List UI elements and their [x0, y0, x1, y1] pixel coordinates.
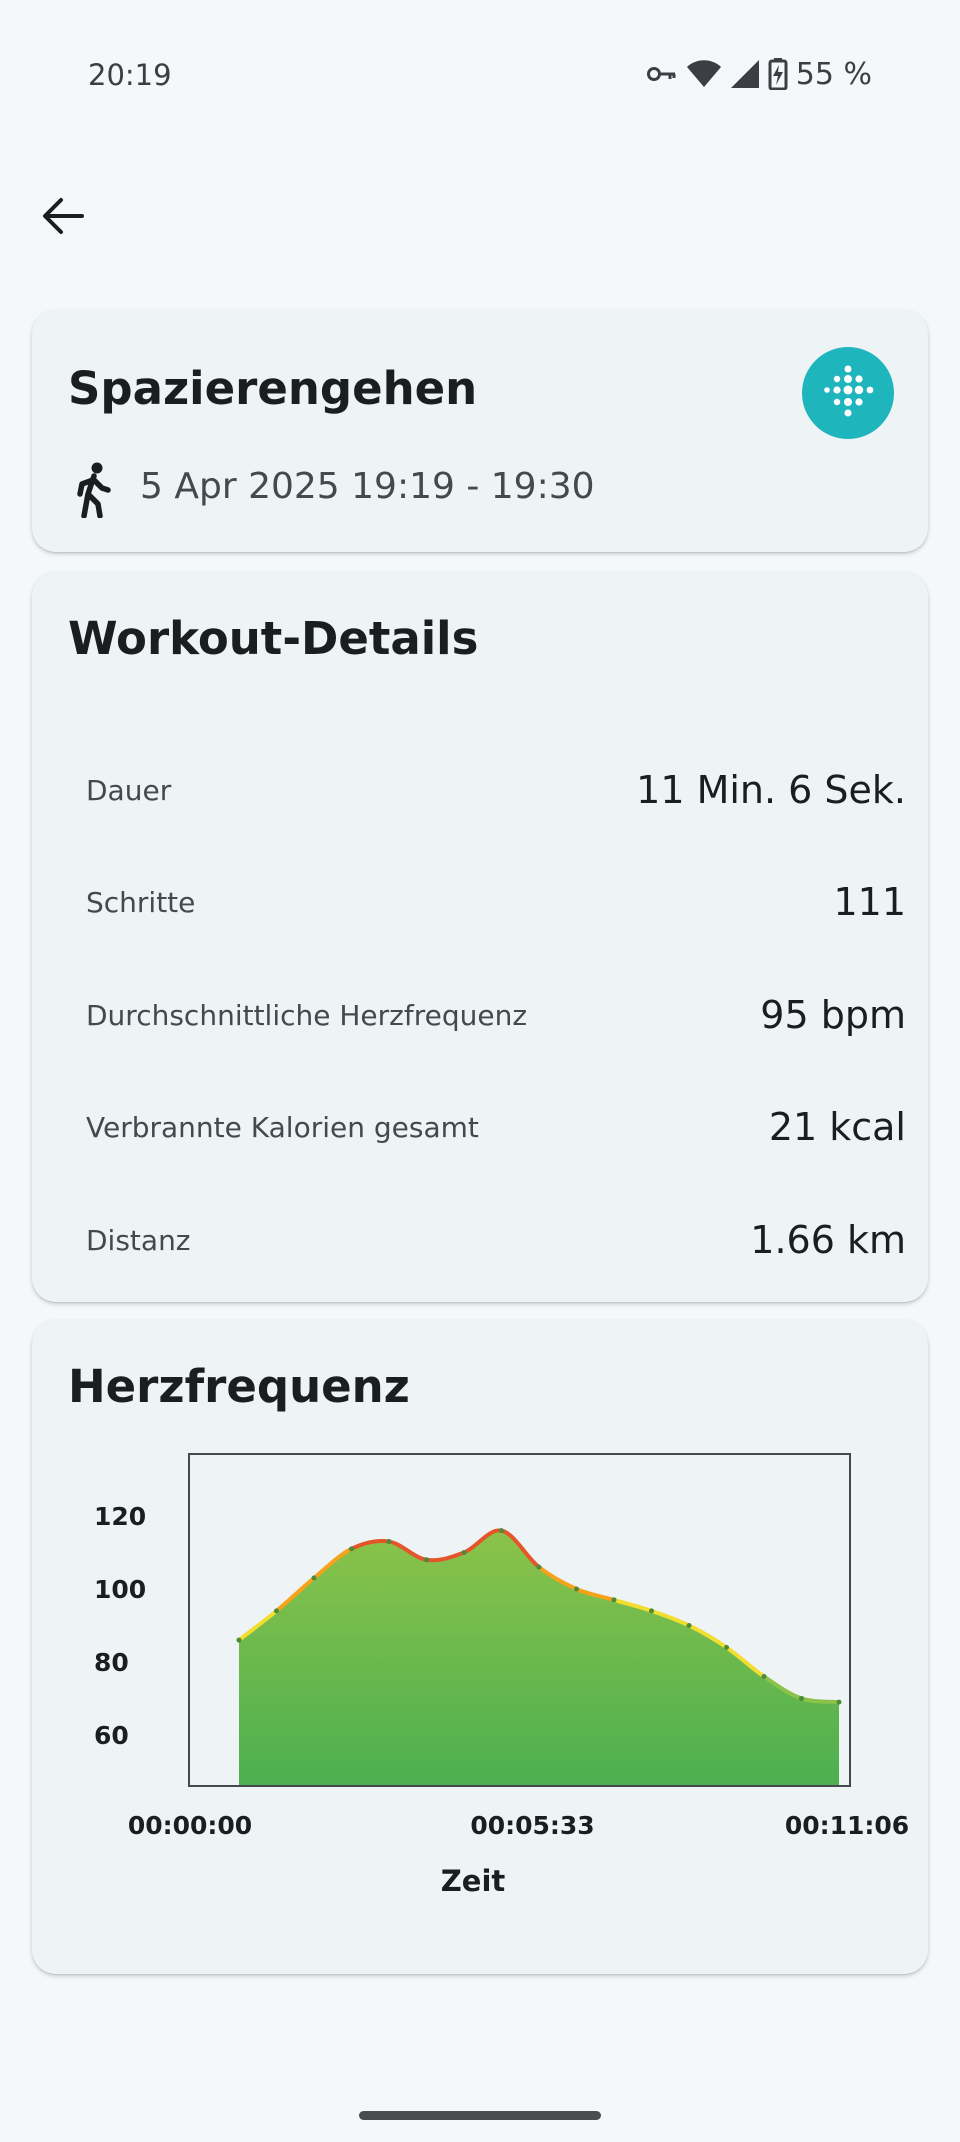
fitbit-icon [824, 365, 874, 417]
x-tick-label: 00:11:06 [785, 1811, 909, 1840]
workout-time-range: 5 Apr 2025 19:19 - 19:30 [140, 466, 595, 507]
home-indicator[interactable] [359, 2111, 601, 2120]
vpn-key-icon [646, 67, 676, 81]
detail-row-duration: Dauer 11 Min. 6 Sek. [86, 760, 906, 820]
details-title: Workout-Details [68, 612, 479, 665]
heart-rate-point [649, 1608, 654, 1614]
source-badge [802, 347, 894, 439]
status-bar: 20:19 55 % [0, 0, 960, 150]
detail-label: Verbrannte Kalorien gesamt [86, 1110, 479, 1144]
heart-rate-point [574, 1586, 579, 1592]
heart-rate-point [349, 1546, 354, 1552]
detail-value: 11 Min. 6 Sek. [636, 768, 906, 812]
detail-row-steps: Schritte 111 [86, 872, 906, 932]
heart-rate-point [424, 1557, 429, 1563]
heart-rate-point [236, 1637, 242, 1643]
battery-percentage: 55 % [795, 56, 872, 92]
workout-details-card: Workout-Details Dauer 11 Min. 6 Sek. Sch… [32, 572, 928, 1302]
workout-title: Spazierengehen [68, 362, 478, 415]
back-button[interactable] [30, 183, 96, 249]
heart-rate-point [686, 1622, 692, 1628]
detail-row-avg-heart-rate: Durchschnittliche Herzfrequenz 95 bpm [86, 985, 906, 1045]
battery-charging-icon [768, 58, 788, 90]
heart-rate-point [386, 1539, 392, 1545]
heart-rate-point [724, 1644, 729, 1650]
heart-rate-point [836, 1699, 842, 1705]
y-tick-label: 120 [94, 1502, 146, 1531]
heart-rate-point [499, 1528, 504, 1534]
y-tick-label: 100 [94, 1575, 146, 1604]
heart-rate-chart: 60 80 100 120 00:00:00 00:05:33 00:11:06 Zeit [94, 1453, 909, 1898]
detail-label: Distanz [86, 1223, 191, 1257]
detail-label: Durchschnittliche Herzfrequenz [86, 998, 528, 1032]
detail-row-calories: Verbrannte Kalorien gesamt 21 kcal [86, 1097, 906, 1157]
status-time: 20:19 [88, 58, 172, 92]
heart-rate-point [274, 1608, 279, 1614]
detail-value: 1.66 km [750, 1218, 906, 1262]
cell-signal-icon [730, 60, 759, 88]
detail-value: 21 kcal [768, 1105, 906, 1149]
arrow-left-icon [43, 198, 84, 234]
heart-rate-point [536, 1564, 542, 1570]
y-tick-label: 80 [94, 1648, 129, 1677]
heart-rate-point [461, 1550, 467, 1556]
walking-icon [77, 462, 111, 518]
heart-rate-point [799, 1695, 804, 1701]
detail-label: Dauer [86, 773, 172, 807]
detail-label: Schritte [86, 885, 196, 919]
heart-rate-point [611, 1597, 617, 1603]
detail-value: 111 [833, 880, 906, 924]
x-axis-title: Zeit [441, 1864, 506, 1898]
y-tick-label: 60 [94, 1721, 129, 1750]
x-tick-label: 00:00:00 [128, 1811, 252, 1840]
heart-rate-line-segment [800, 1696, 840, 1705]
heart-rate-point [311, 1575, 317, 1581]
wifi-icon [686, 60, 721, 87]
heart-rate-point [761, 1674, 767, 1680]
x-tick-label: 00:05:33 [470, 1811, 594, 1840]
heart-rate-card: Herzfrequenz 60 80 100 120 00:00:00 00:05:33… [32, 1320, 928, 1974]
workout-summary-card: Spazierengehen 5 Apr 2025 19:19 - 19:30 [32, 310, 928, 552]
detail-value: 95 bpm [760, 993, 906, 1037]
status-icons: 55 % [646, 54, 872, 94]
detail-row-distance: Distanz 1.66 km [86, 1210, 906, 1270]
